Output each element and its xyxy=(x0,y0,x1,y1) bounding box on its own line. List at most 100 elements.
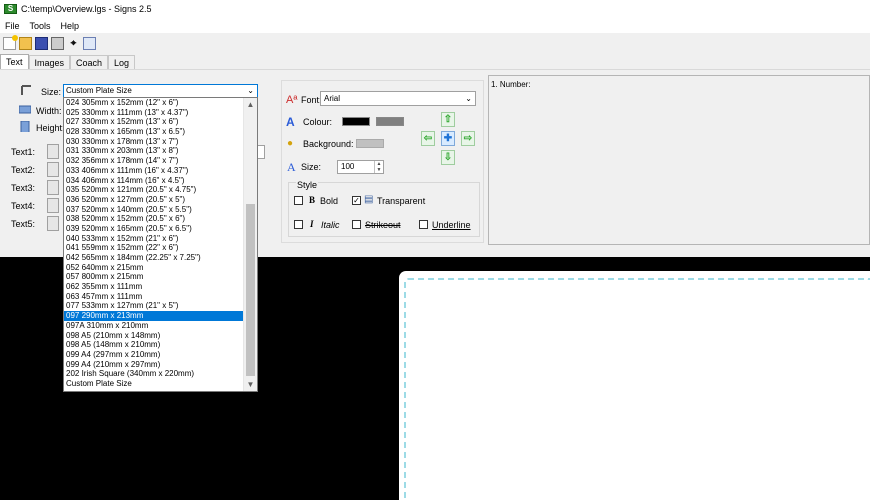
move-right-button[interactable]: ⇨ xyxy=(461,131,475,146)
save-icon[interactable] xyxy=(35,36,48,50)
font-select-value: Arial xyxy=(324,94,341,103)
size-option[interactable]: 024 305mm x 152mm (12" x 6") xyxy=(64,98,244,108)
number-panel[interactable]: 1. Number: xyxy=(488,75,870,245)
size-option[interactable]: 077 533mm x 127mm (21" x 5") xyxy=(64,301,244,311)
font-size-label: Size: xyxy=(301,162,322,172)
tab-images[interactable]: Images xyxy=(28,55,71,70)
size-option[interactable]: 035 520mm x 121mm (20.5" x 4.75") xyxy=(64,185,244,195)
size-option[interactable]: 037 520mm x 140mm (20.5" x 5.5") xyxy=(64,205,244,215)
width-label: Width: xyxy=(36,106,62,116)
tab-strip: Text Images Coach Log xyxy=(0,54,136,70)
bold-icon: B xyxy=(309,195,316,205)
copy-icon[interactable] xyxy=(83,36,96,50)
move-down-button[interactable]: ⇩ xyxy=(441,150,455,165)
size-option[interactable]: Custom Plate Size xyxy=(64,379,244,389)
size-dropdown-list[interactable]: 024 305mm x 152mm (12" x 6") 025 330mm x … xyxy=(63,97,258,392)
bold-checkbox[interactable] xyxy=(294,196,303,205)
size-label: Size: xyxy=(41,87,62,97)
font-label: Font: xyxy=(301,95,322,105)
text2-label: Text2: xyxy=(11,165,36,175)
size-option[interactable]: 041 559mm x 152mm (22" x 6") xyxy=(64,243,244,253)
size-option[interactable]: 030 330mm x 178mm (13" x 7") xyxy=(64,137,244,147)
colour-swatch[interactable] xyxy=(342,117,370,126)
style-label: Style xyxy=(296,180,319,190)
dropdown-scrollbar[interactable]: ▲ ▼ xyxy=(243,98,257,391)
size-option[interactable]: 097 290mm x 213mm xyxy=(64,311,244,321)
font-select[interactable]: Arial ⌄ xyxy=(320,91,476,106)
font-size-spinner[interactable]: 100 ▲ ▼ xyxy=(337,160,384,174)
size-option[interactable]: 052 640mm x 215mm xyxy=(64,263,244,273)
scroll-down-icon[interactable]: ▼ xyxy=(244,378,257,391)
window-title: C:\temp\Overview.lgs - Signs 2.5 xyxy=(21,4,152,14)
print-icon[interactable] xyxy=(51,36,64,50)
text2-input[interactable] xyxy=(47,162,59,177)
size-option[interactable]: 099 A4 (210mm x 297mm) xyxy=(64,360,244,370)
size-option[interactable]: 098 A5 (148mm x 210mm) xyxy=(64,340,244,350)
size-option[interactable]: 025 330mm x 111mm (13" x 4.37") xyxy=(64,108,244,118)
text5-label: Text5: xyxy=(11,219,36,229)
strikeout-label: Strikeout xyxy=(365,220,401,230)
transparent-icon: ▤ xyxy=(364,194,374,205)
spinner-arrows-icon[interactable]: ▲ ▼ xyxy=(374,161,383,173)
transparent-label: Transparent xyxy=(377,196,426,206)
text1-input[interactable] xyxy=(47,144,59,159)
transparent-checkbox[interactable]: ✓ xyxy=(352,196,361,205)
tab-log[interactable]: Log xyxy=(108,55,136,70)
menu-help[interactable]: Help xyxy=(56,21,85,31)
size-select[interactable]: Custom Plate Size ⌄ xyxy=(63,84,258,98)
new-file-icon[interactable] xyxy=(3,34,18,50)
toolbar: ⌖ xyxy=(0,33,870,53)
underline-checkbox[interactable] xyxy=(419,220,428,229)
italic-checkbox[interactable] xyxy=(294,220,303,229)
scroll-up-icon[interactable]: ▲ xyxy=(244,98,257,111)
open-folder-icon[interactable] xyxy=(19,36,32,50)
move-left-button[interactable]: ⇦ xyxy=(421,131,435,146)
text4-input[interactable] xyxy=(47,198,59,213)
size-option[interactable]: 028 330mm x 165mm (13" x 6.5") xyxy=(64,127,244,137)
paint-icon: ● xyxy=(287,138,294,149)
ruler-icon xyxy=(21,85,31,95)
size-option[interactable]: 042 565mm x 184mm (22.25" x 7.25") xyxy=(64,253,244,263)
height-label: Height: xyxy=(36,123,65,133)
binoculars-icon[interactable]: ⌖ xyxy=(67,37,80,50)
underline-label: Underline xyxy=(432,220,471,230)
size-option[interactable]: 038 520mm x 152mm (20.5" x 6") xyxy=(64,214,244,224)
menu-tools[interactable]: Tools xyxy=(25,21,56,31)
size-option[interactable]: 033 406mm x 111mm (16" x 4.37") xyxy=(64,166,244,176)
size-option[interactable]: 031 330mm x 203mm (13" x 8") xyxy=(64,146,244,156)
tab-coach[interactable]: Coach xyxy=(70,55,109,70)
text3-label: Text3: xyxy=(11,183,36,193)
size-option[interactable]: 040 533mm x 152mm (21" x 6") xyxy=(64,234,244,244)
size-option[interactable]: 057 800mm x 215mm xyxy=(64,272,244,282)
size-option[interactable]: 034 406mm x 114mm (16" x 4.5") xyxy=(64,176,244,186)
chevron-down-icon: ⌄ xyxy=(465,94,472,103)
text5-input[interactable] xyxy=(47,216,59,231)
size-option[interactable]: 039 520mm x 165mm (20.5" x 6.5") xyxy=(64,224,244,234)
width-icon xyxy=(19,105,31,114)
tab-text[interactable]: Text xyxy=(0,54,29,70)
background-label: Background: xyxy=(303,139,354,149)
size-option[interactable]: 097A 310mm x 210mm xyxy=(64,321,244,331)
center-button[interactable]: ✚ xyxy=(441,131,455,146)
text4-label: Text4: xyxy=(11,201,36,211)
strikeout-checkbox[interactable] xyxy=(352,220,361,229)
text3-input[interactable] xyxy=(47,180,59,195)
size-icon: A xyxy=(287,160,296,174)
size-option[interactable]: 027 330mm x 152mm (13" x 6") xyxy=(64,117,244,127)
menu-file[interactable]: File xyxy=(0,21,25,31)
move-up-button[interactable]: ⇧ xyxy=(441,112,455,127)
size-option[interactable]: 099 A4 (297mm x 210mm) xyxy=(64,350,244,360)
text1-input-edge[interactable] xyxy=(257,145,265,159)
title-bar: S C:\temp\Overview.lgs - Signs 2.5 xyxy=(0,0,870,18)
scroll-thumb[interactable] xyxy=(246,204,255,376)
size-option[interactable]: 063 457mm x 111mm xyxy=(64,292,244,302)
bold-label: Bold xyxy=(320,196,339,206)
background-swatch[interactable] xyxy=(356,139,384,148)
colour-swatch-secondary[interactable] xyxy=(376,117,404,126)
size-option[interactable]: 098 A5 (210mm x 148mm) xyxy=(64,331,244,341)
plate-border xyxy=(404,278,870,500)
size-option[interactable]: 062 355mm x 111mm xyxy=(64,282,244,292)
size-option[interactable]: 202 Irish Square (340mm x 220mm) xyxy=(64,369,244,379)
size-option[interactable]: 036 520mm x 127mm (20.5" x 5") xyxy=(64,195,244,205)
size-option[interactable]: 032 356mm x 178mm (14" x 7") xyxy=(64,156,244,166)
